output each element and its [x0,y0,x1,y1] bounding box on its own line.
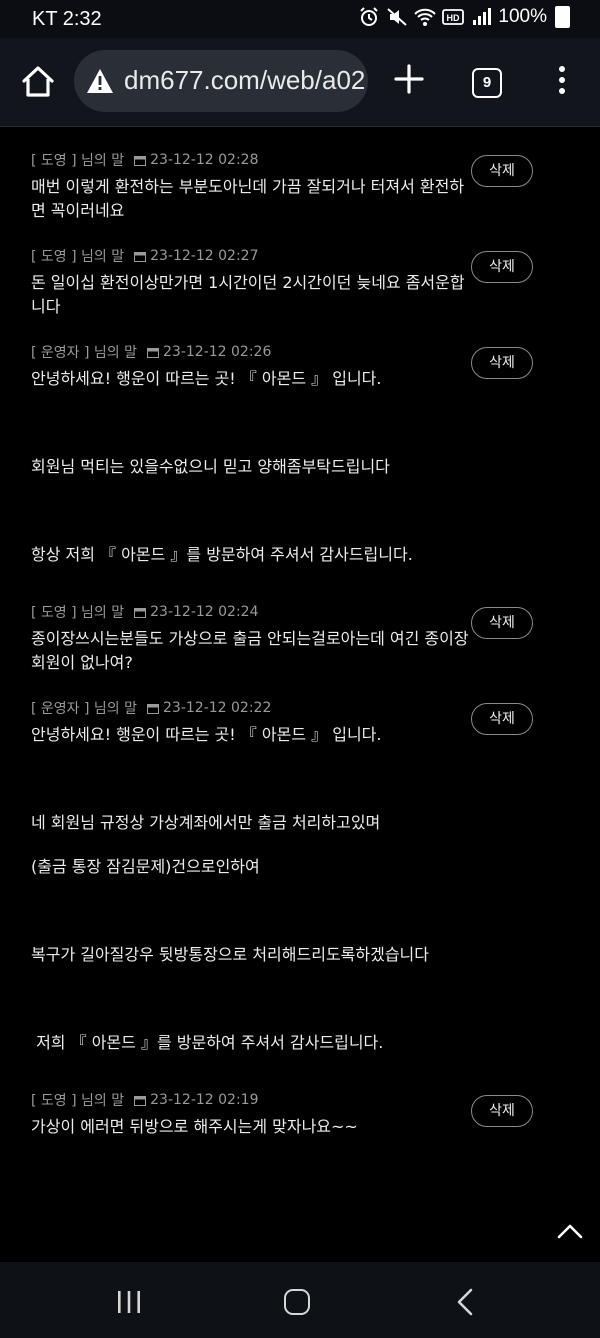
delete-button[interactable]: 삭제 [471,251,533,283]
comment-author: [ 도영 ] [31,249,77,265]
comment-text: 돈 일이십 환전이상만가면 1시간이던 2시간이던 늦네요 좀서운합니다 [31,273,465,316]
warning-icon[interactable] [86,68,114,94]
wifi-icon [414,8,437,26]
tab-switcher-button[interactable]: 9 [472,68,502,98]
system-nav-bar [0,1262,600,1338]
delete-button[interactable]: 삭제 [471,703,533,735]
new-tab-icon[interactable] [394,64,424,94]
chat-log: [ 도영 ] 님의 말 23-12-12 02:28 매번 이렇게 환전하는 부… [0,127,600,1262]
comment-date: 23-12-12 02:26 [163,344,272,360]
comment-author-suffix: 님의 말 [81,1093,125,1109]
comment-body: 매번 이렇게 환전하는 부분도아닌데 가끔 잘되거나 터져서 환전하면 꼭이러네… [31,175,471,223]
delete-button[interactable]: 삭제 [471,1095,533,1127]
svg-text:HD: HD [447,13,460,23]
comment-author-suffix: 님의 말 [81,153,125,169]
comment-date: 23-12-12 02:27 [150,248,259,264]
url-text[interactable]: dm677.com/web/a02 [124,65,365,96]
alarm-icon [360,7,379,26]
more-menu-icon[interactable] [554,66,570,98]
calendar-icon [134,251,147,262]
comment-author: [ 도영 ] [31,153,77,169]
comment-body: 돈 일이십 환전이상만가면 1시간이던 2시간이던 늦네요 좀서운합니다 [31,271,471,319]
nav-home-icon[interactable] [284,1289,310,1315]
calendar-icon [134,607,147,618]
comment-body: 안녕하세요! 행운이 따르는 곳! 『 아몬드 』 입니다. 회원님 먹티는 있… [31,367,471,567]
comment-item: [ 운영자 ] 님의 말 23-12-12 02:22 안녕하세요! 행운이 따… [31,699,591,1055]
comment-text: (출금 통장 잠김문제)건으로인하여 [31,857,260,876]
mute-icon [387,8,408,26]
comment-date: 23-12-12 02:24 [150,604,259,620]
comment-text: 매번 이렇게 환전하는 부분도아닌데 가끔 잘되거나 터져서 환전하면 꼭이러네… [31,177,465,220]
comment-text: 저희 『 아몬드 』를 방문하여 주셔서 감사드립니다. [31,1033,384,1052]
battery-text: 100% [498,6,547,27]
comment-author-suffix: 님의 말 [93,345,138,361]
back-icon[interactable] [456,1288,474,1316]
comment-text: 복구가 길아질강우 뒷방통장으로 처리해드리도록하겠습니다 [31,945,429,964]
comment-text: 회원님 먹티는 있을수없으니 믿고 양해좀부탁드립니다 [31,457,390,476]
home-icon[interactable] [20,64,56,100]
comment-text: 네 회원님 규정상 가상계좌에서만 출금 처리하고있며 [31,813,381,832]
comment-author-suffix: 님의 말 [93,701,138,717]
comment-text: 항상 저희 『 아몬드 』를 방문하여 주셔서 감사드립니다. [31,545,413,564]
comment-body: 종이장쓰시는분들도 가상으로 출금 안되는걸로아는데 여긴 종이장 회원이 없나… [31,627,471,675]
delete-button[interactable]: 삭제 [471,155,533,187]
comment-author-suffix: 님의 말 [81,249,125,265]
carrier-time: KT 2:32 [32,8,102,30]
browser-toolbar: dm677.com/web/a02 9 [0,38,600,127]
status-icons: HD 100% [358,6,570,28]
delete-button[interactable]: 삭제 [471,607,533,639]
comment-date: 23-12-12 02:22 [163,700,272,716]
hd-icon: HD [442,9,465,25]
signal-icon [473,8,492,25]
comment-author: [ 운영자 ] [31,345,90,361]
recents-icon[interactable] [116,1290,142,1314]
scroll-to-top-icon[interactable] [556,1222,584,1240]
comment-body: 가상이 에러면 뒤방으로 해주시는게 맞자나요~~ [31,1115,471,1139]
battery-icon [555,6,570,28]
address-bar[interactable]: dm677.com/web/a02 [74,50,368,112]
status-bar: KT 2:32 HD 100% [0,0,600,38]
comment-author: [ 운영자 ] [31,701,90,717]
calendar-icon [147,703,160,714]
calendar-icon [147,347,160,358]
calendar-icon [134,1095,147,1106]
comment-date: 23-12-12 02:19 [150,1092,259,1108]
comment-text: 안녕하세요! 행운이 따르는 곳! 『 아몬드 』 입니다. [31,725,382,744]
comment-text: 안녕하세요! 행운이 따르는 곳! 『 아몬드 』 입니다. [31,369,382,388]
comment-text: 종이장쓰시는분들도 가상으로 출금 안되는걸로아는데 여긴 종이장 회원이 없나… [31,629,469,672]
comment-author: [ 도영 ] [31,1093,77,1109]
delete-button[interactable]: 삭제 [471,347,533,379]
calendar-icon [134,155,147,166]
comment-author: [ 도영 ] [31,605,77,621]
comment-date: 23-12-12 02:28 [150,152,259,168]
comment-author-suffix: 님의 말 [81,605,125,621]
comment-body: 안녕하세요! 행운이 따르는 곳! 『 아몬드 』 입니다. 네 회원님 규정상… [31,723,471,1055]
comment-text: 가상이 에러면 뒤방으로 해주시는게 맞자나요~~ [31,1117,358,1136]
